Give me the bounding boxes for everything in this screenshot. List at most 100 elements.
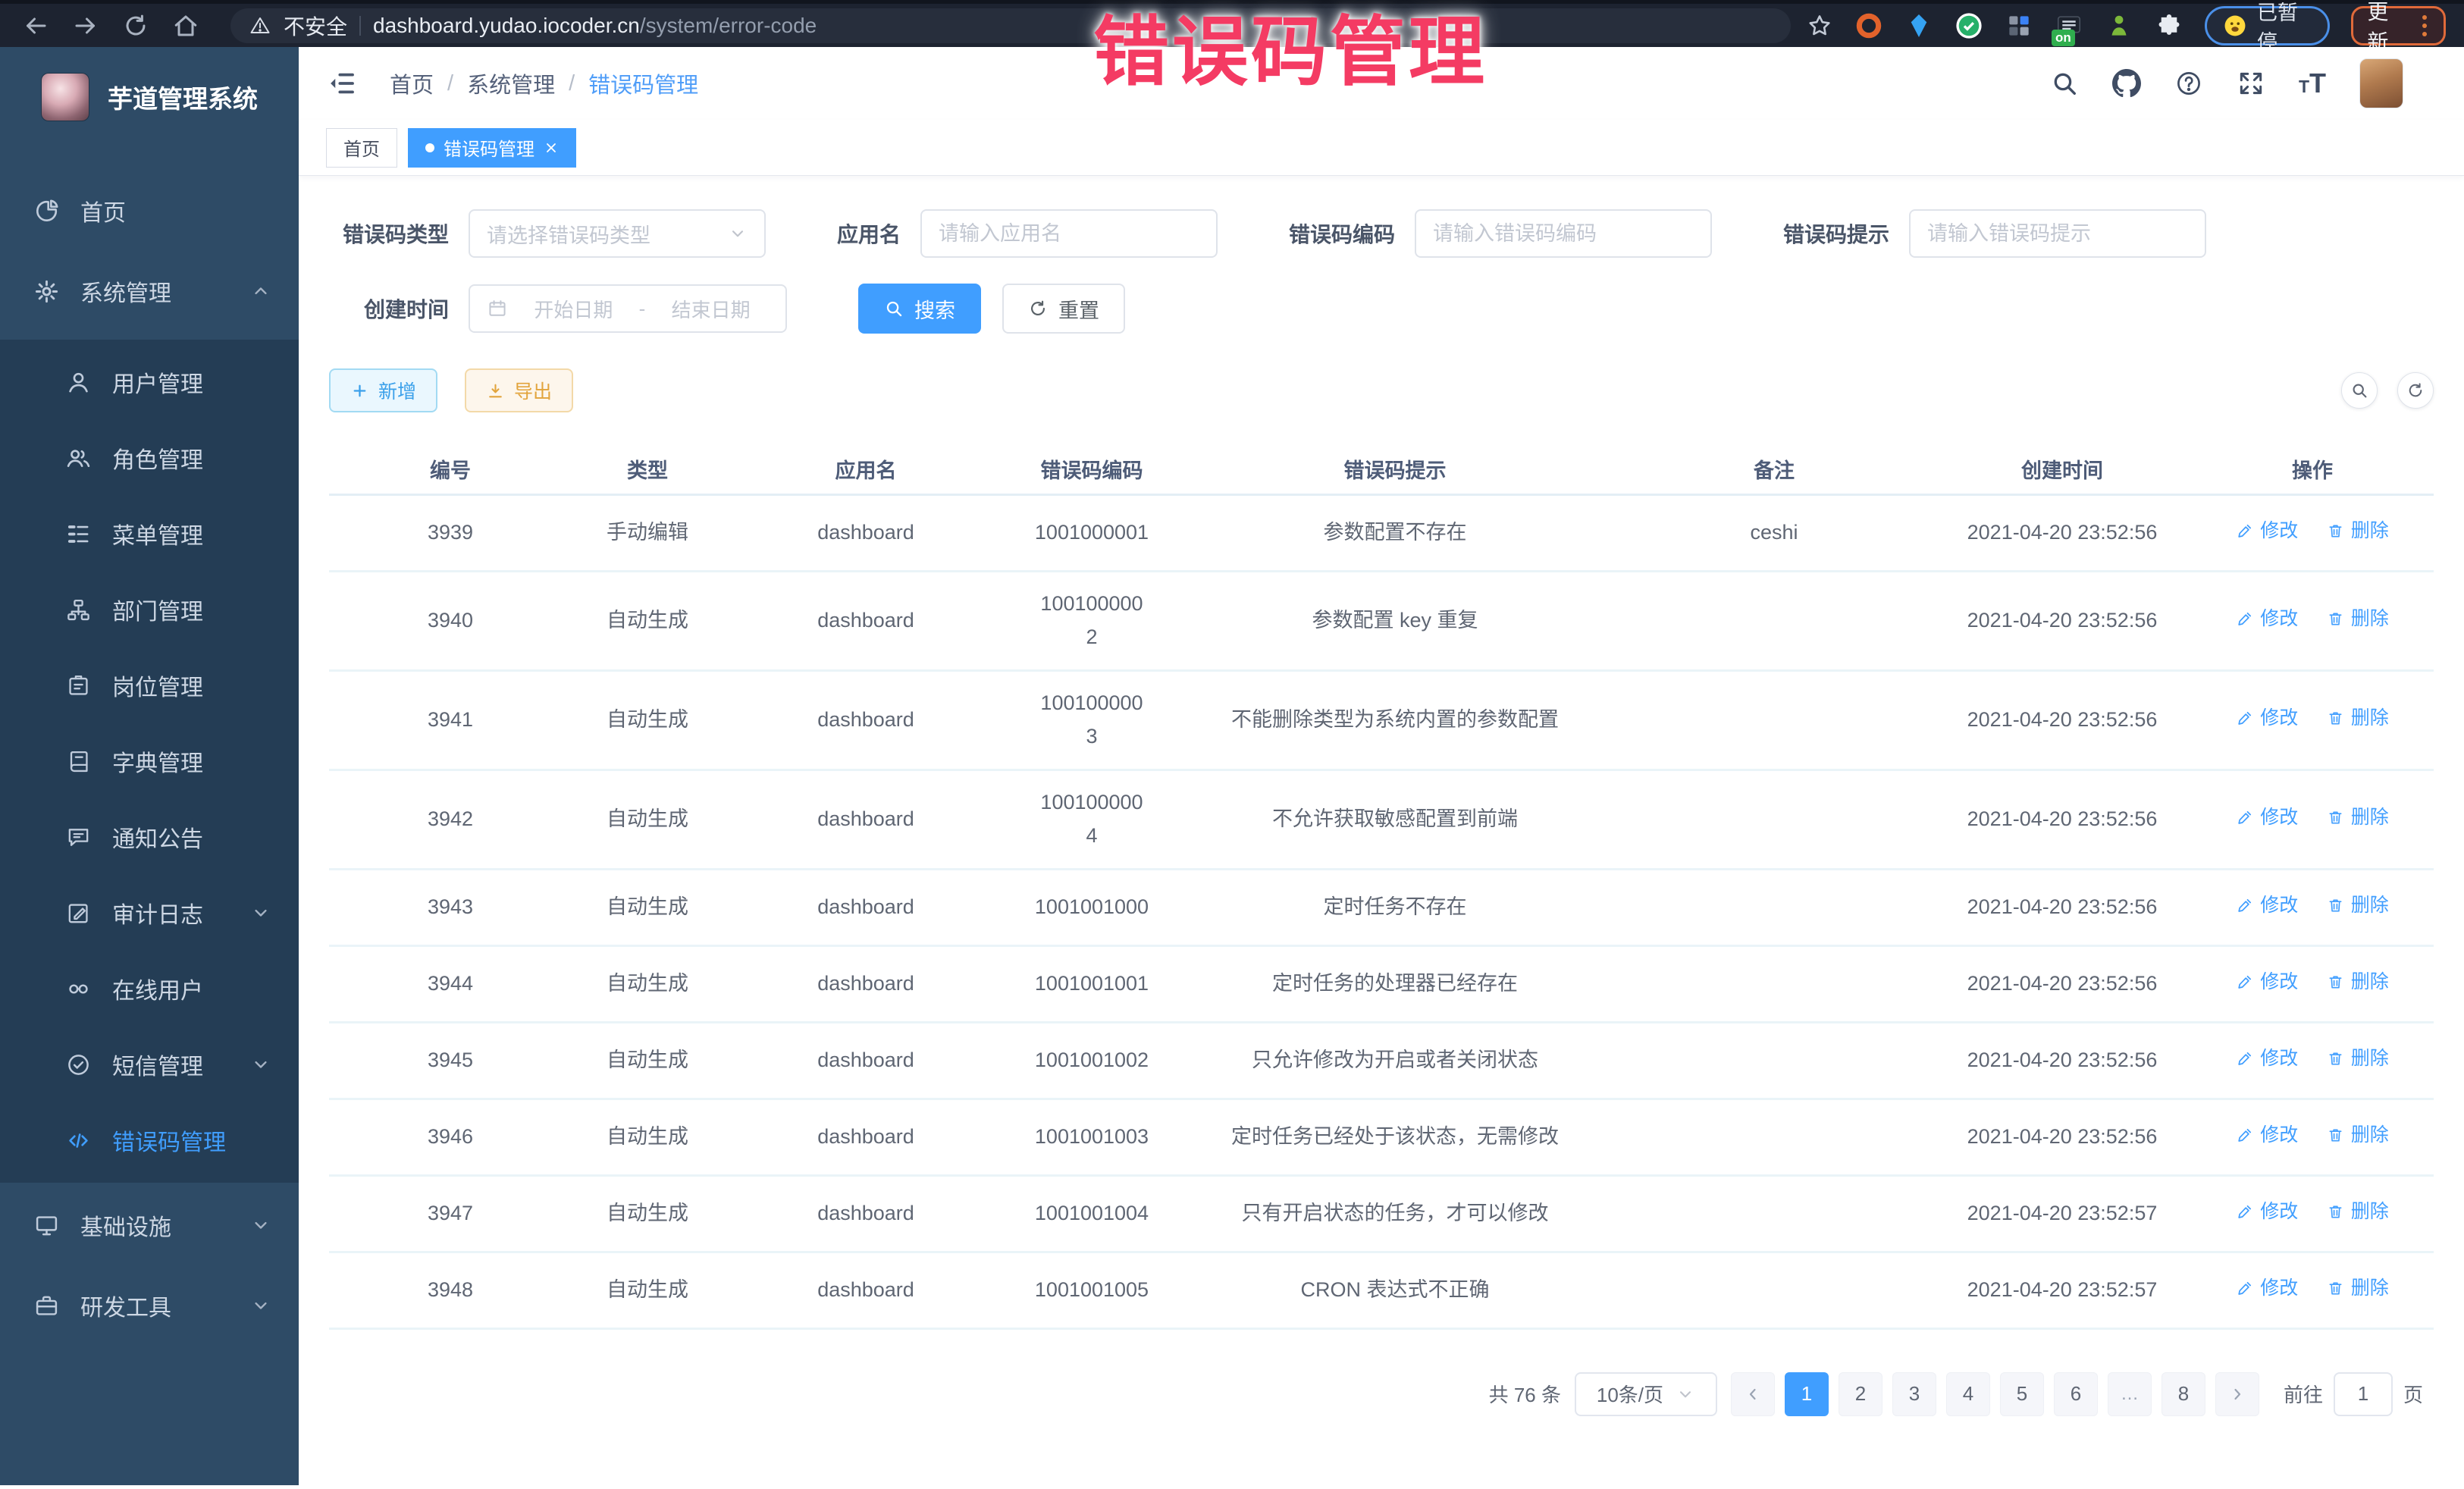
forward-icon[interactable] — [68, 8, 103, 43]
add-button[interactable]: 新增 — [329, 368, 437, 412]
edit-link[interactable]: 修改 — [2236, 967, 2298, 997]
date-range-picker[interactable]: 开始日期 - 结束日期 — [469, 284, 787, 333]
sidebar-item-研发工具[interactable]: 研发工具 — [0, 1268, 299, 1343]
not-secure-label: 不安全 — [284, 11, 347, 41]
edit-icon — [2236, 1127, 2253, 1144]
edit-link[interactable]: 修改 — [2236, 1196, 2298, 1227]
cell-code: 1001001003 — [1008, 1099, 1175, 1175]
delete-link[interactable]: 删除 — [2327, 1196, 2389, 1227]
app-name-input[interactable] — [920, 209, 1218, 258]
sidebar-item-角色管理[interactable]: 角色管理 — [0, 420, 299, 496]
fullscreen-icon[interactable] — [2237, 69, 2265, 98]
ext-pin-icon[interactable] — [1904, 11, 1933, 40]
delete-link[interactable]: 删除 — [2327, 802, 2389, 832]
paused-extension-badge[interactable]: 已暂停 — [2205, 6, 2330, 45]
sidebar-item-通知公告[interactable]: 通知公告 — [0, 799, 299, 875]
sidebar-item-首页[interactable]: 首页 — [0, 173, 299, 249]
next-page-button[interactable] — [2215, 1372, 2259, 1416]
app-logo — [41, 73, 89, 121]
ext-grid-icon[interactable] — [2005, 11, 2033, 40]
help-icon[interactable] — [2174, 69, 2203, 98]
cell-type: 自动生成 — [572, 945, 723, 1022]
sidebar-item-部门管理[interactable]: 部门管理 — [0, 572, 299, 647]
error-code-input[interactable] — [1415, 209, 1712, 258]
pager: 123456…8 — [1731, 1372, 2259, 1416]
page-button-4[interactable]: 4 — [1946, 1372, 1990, 1416]
sidebar-item-菜单管理[interactable]: 菜单管理 — [0, 496, 299, 572]
github-icon[interactable] — [2112, 69, 2141, 98]
sidebar-fold-icon[interactable] — [326, 67, 358, 99]
tab-home[interactable]: 首页 — [326, 128, 397, 168]
ext-list-icon[interactable]: on — [2055, 11, 2083, 40]
edit-link[interactable]: 修改 — [2236, 603, 2298, 634]
edit-link[interactable]: 修改 — [2236, 1120, 2298, 1150]
refresh-table-button[interactable] — [2397, 372, 2434, 409]
cell-app: dashboard — [723, 494, 1008, 571]
sidebar-item-在线用户[interactable]: 在线用户 — [0, 951, 299, 1027]
page-jump-input[interactable] — [2334, 1372, 2393, 1416]
sidebar-item-系统管理[interactable]: 系统管理 — [0, 253, 299, 329]
page-size-select[interactable]: 10条/页 — [1575, 1372, 1717, 1416]
delete-link[interactable]: 删除 — [2327, 1043, 2389, 1074]
delete-link[interactable]: 删除 — [2327, 516, 2389, 546]
address-bar[interactable]: 不安全 dashboard.yudao.iocoder.cn/system/er… — [230, 8, 1791, 43]
edit-link[interactable]: 修改 — [2236, 802, 2298, 832]
sidebar-item-用户管理[interactable]: 用户管理 — [0, 344, 299, 420]
page-button-2[interactable]: 2 — [1839, 1372, 1882, 1416]
page-button-3[interactable]: 3 — [1892, 1372, 1936, 1416]
home-icon[interactable] — [168, 8, 203, 43]
page-button-5[interactable]: 5 — [2000, 1372, 2044, 1416]
cell-id: 3941 — [329, 670, 572, 770]
page-button-1[interactable]: 1 — [1785, 1372, 1829, 1416]
breadcrumb-home[interactable]: 首页 — [390, 67, 434, 99]
user-avatar[interactable] — [2359, 58, 2403, 108]
sidebar-item-审计日志[interactable]: 审计日志 — [0, 875, 299, 951]
delete-link[interactable]: 删除 — [2327, 603, 2389, 634]
delete-link[interactable]: 删除 — [2327, 890, 2389, 920]
delete-link[interactable]: 删除 — [2327, 1120, 2389, 1150]
ext-figure-icon[interactable] — [2105, 11, 2133, 40]
download-icon — [486, 381, 505, 400]
sidebar-item-错误码管理[interactable]: 错误码管理 — [0, 1102, 299, 1178]
jump-prefix: 前往 — [2284, 1380, 2323, 1408]
browser-menu-icon[interactable] — [2419, 12, 2430, 39]
prev-page-button[interactable] — [1731, 1372, 1775, 1416]
pager-ellipsis[interactable]: … — [2108, 1372, 2152, 1416]
edit-link[interactable]: 修改 — [2236, 703, 2298, 733]
delete-link[interactable]: 删除 — [2327, 703, 2389, 733]
browser-update-button[interactable]: 更新 — [2351, 6, 2446, 45]
sidebar-item-基础设施[interactable]: 基础设施 — [0, 1187, 299, 1263]
page-button-6[interactable]: 6 — [2054, 1372, 2098, 1416]
bookmark-star-icon[interactable] — [1806, 12, 1833, 39]
edit-link[interactable]: 修改 — [2236, 1273, 2298, 1303]
header-actions: TT — [2050, 58, 2437, 108]
delete-link[interactable]: 删除 — [2327, 967, 2389, 997]
reset-button[interactable]: 重置 — [1002, 284, 1125, 334]
url-path: /system/error-code — [640, 14, 817, 37]
tab-error-code[interactable]: 错误码管理 — [408, 128, 576, 168]
edit-link[interactable]: 修改 — [2236, 516, 2298, 546]
extensions-puzzle-icon[interactable] — [2155, 11, 2183, 40]
font-size-icon[interactable]: TT — [2299, 67, 2326, 99]
error-type-select[interactable]: 请选择错误码类型 — [469, 209, 766, 258]
delete-link[interactable]: 删除 — [2327, 1273, 2389, 1303]
tab-close-icon[interactable] — [544, 140, 559, 155]
search-icon[interactable] — [2050, 69, 2079, 98]
ext-ring-icon[interactable] — [1854, 11, 1883, 40]
ext-check-icon[interactable] — [1955, 11, 1983, 40]
back-icon[interactable] — [18, 8, 53, 43]
chevron-down-icon — [250, 1295, 271, 1316]
sidebar-item-字典管理[interactable]: 字典管理 — [0, 723, 299, 799]
search-button[interactable]: 搜索 — [858, 284, 981, 334]
app-logo-row[interactable]: 芋道管理系统 — [0, 47, 299, 147]
reload-icon[interactable] — [118, 8, 153, 43]
edit-link[interactable]: 修改 — [2236, 1043, 2298, 1074]
breadcrumb-system[interactable]: 系统管理 — [467, 67, 555, 99]
sidebar-item-短信管理[interactable]: 短信管理 — [0, 1027, 299, 1102]
toggle-search-button[interactable] — [2341, 372, 2378, 409]
error-msg-input[interactable] — [1909, 209, 2206, 258]
export-button[interactable]: 导出 — [465, 368, 573, 412]
edit-link[interactable]: 修改 — [2236, 890, 2298, 920]
page-button-8[interactable]: 8 — [2161, 1372, 2205, 1416]
sidebar-item-岗位管理[interactable]: 岗位管理 — [0, 647, 299, 723]
